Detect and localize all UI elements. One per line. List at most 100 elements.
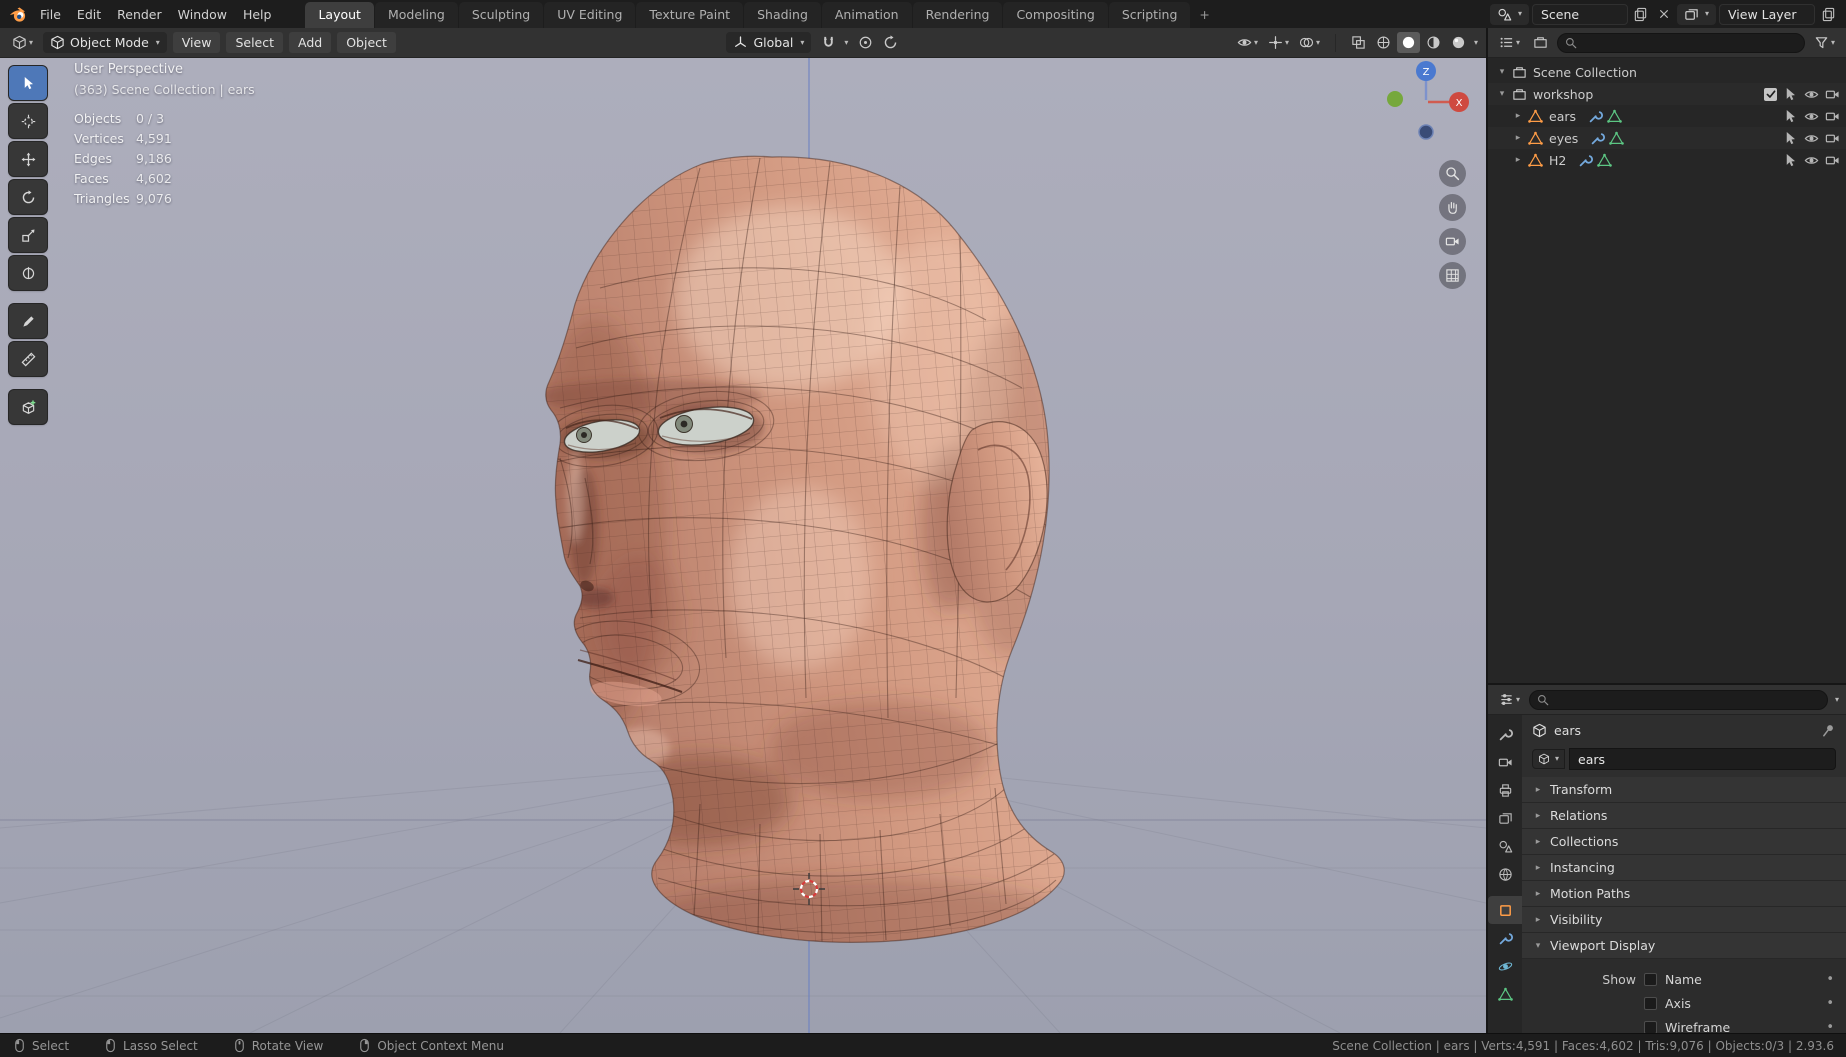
viewport-menu-add[interactable]: Add bbox=[289, 32, 332, 53]
pan-button[interactable] bbox=[1439, 194, 1466, 221]
render-camera-icon[interactable] bbox=[1825, 153, 1840, 168]
tab-shading[interactable]: Shading bbox=[744, 2, 821, 28]
menu-edit[interactable]: Edit bbox=[69, 4, 109, 25]
wireframe-checkbox[interactable] bbox=[1644, 1020, 1657, 1033]
tab-layout[interactable]: Layout bbox=[305, 2, 374, 28]
properties-editor-type-button[interactable]: ▾ bbox=[1495, 689, 1524, 710]
tab-physics[interactable] bbox=[1488, 952, 1522, 980]
decorator-dot-icon[interactable]: • bbox=[1826, 996, 1834, 1011]
pin-icon[interactable] bbox=[1821, 723, 1836, 738]
gizmo-minus-z-axis[interactable] bbox=[1418, 124, 1434, 140]
outliner-row-workshop[interactable]: ▾ workshop bbox=[1488, 83, 1846, 105]
show-visibility-dropdown[interactable]: ▾ bbox=[1233, 32, 1262, 53]
tool-add-cube[interactable] bbox=[9, 390, 47, 424]
tab-tool[interactable] bbox=[1488, 720, 1522, 748]
selectable-icon[interactable] bbox=[1783, 131, 1798, 146]
render-camera-icon[interactable] bbox=[1825, 87, 1840, 102]
decorator-dot-icon[interactable]: • bbox=[1826, 1020, 1834, 1034]
tab-modeling[interactable]: Modeling bbox=[374, 2, 458, 28]
hide-eye-icon[interactable] bbox=[1804, 87, 1819, 102]
navigation-gizmo[interactable]: Z X bbox=[1380, 56, 1472, 148]
tab-render[interactable] bbox=[1488, 748, 1522, 776]
outliner-search-input[interactable] bbox=[1557, 32, 1805, 53]
viewport-menu-view[interactable]: View bbox=[172, 32, 221, 53]
section-visibility[interactable]: ▸ Visibility bbox=[1522, 907, 1846, 933]
viewport-menu-select[interactable]: Select bbox=[226, 32, 284, 53]
new-view-layer-button[interactable] bbox=[1818, 4, 1838, 24]
expand-icon[interactable]: ▸ bbox=[1512, 111, 1524, 121]
view-layer-name-field[interactable]: View Layer bbox=[1719, 3, 1815, 25]
view-layer-selector-button[interactable]: ▾ bbox=[1676, 3, 1716, 25]
scene-selector-button[interactable]: ▾ bbox=[1489, 3, 1529, 25]
tab-scripting[interactable]: Scripting bbox=[1108, 2, 1191, 28]
proportional-falloff-button[interactable] bbox=[879, 32, 902, 53]
tool-select-box[interactable] bbox=[9, 66, 47, 100]
tool-transform[interactable] bbox=[9, 256, 47, 290]
tool-scale[interactable] bbox=[9, 218, 47, 252]
viewport-menu-object[interactable]: Object bbox=[337, 32, 396, 53]
menu-file[interactable]: File bbox=[32, 4, 69, 25]
tool-measure[interactable] bbox=[9, 342, 47, 376]
camera-view-button[interactable] bbox=[1439, 228, 1466, 255]
zoom-button[interactable] bbox=[1439, 160, 1466, 187]
scene-name-field[interactable]: Scene bbox=[1531, 3, 1628, 25]
tab-view-layer[interactable] bbox=[1488, 804, 1522, 832]
tab-rendering[interactable]: Rendering bbox=[912, 2, 1003, 28]
object-id-button[interactable]: ▾ bbox=[1532, 749, 1566, 769]
transform-orientation-dropdown[interactable]: Global ▾ bbox=[726, 32, 812, 53]
tab-output[interactable] bbox=[1488, 776, 1522, 804]
expand-icon[interactable]: ▸ bbox=[1512, 133, 1524, 143]
mode-dropdown[interactable]: Object Mode ▾ bbox=[43, 32, 167, 53]
expand-icon[interactable]: ▸ bbox=[1512, 155, 1524, 165]
section-collections[interactable]: ▸ Collections bbox=[1522, 829, 1846, 855]
expand-icon[interactable]: ▾ bbox=[1496, 67, 1508, 77]
outliner-row-scene-collection[interactable]: ▾ Scene Collection bbox=[1488, 61, 1846, 83]
outliner-row-ears[interactable]: ▸ ears bbox=[1488, 105, 1846, 127]
section-transform[interactable]: ▸ Transform bbox=[1522, 777, 1846, 803]
object-name-input[interactable] bbox=[1569, 748, 1836, 770]
decorator-dot-icon[interactable]: • bbox=[1826, 972, 1834, 987]
menu-help[interactable]: Help bbox=[235, 4, 280, 25]
section-instancing[interactable]: ▸ Instancing bbox=[1522, 855, 1846, 881]
tab-sculpting[interactable]: Sculpting bbox=[458, 2, 544, 28]
tab-scene[interactable] bbox=[1488, 832, 1522, 860]
render-camera-icon[interactable] bbox=[1825, 131, 1840, 146]
caret-down-icon[interactable]: ▾ bbox=[1835, 695, 1839, 704]
show-overlays-dropdown[interactable]: ▾ bbox=[1295, 32, 1324, 53]
name-checkbox[interactable] bbox=[1644, 972, 1657, 986]
outliner-row-eyes[interactable]: ▸ eyes bbox=[1488, 127, 1846, 149]
collection-checkbox[interactable] bbox=[1764, 87, 1777, 101]
properties-search-input[interactable] bbox=[1529, 689, 1828, 710]
section-viewport-display[interactable]: ▾ Viewport Display bbox=[1522, 933, 1846, 959]
tab-modifiers[interactable] bbox=[1488, 924, 1522, 952]
expand-icon[interactable]: ▾ bbox=[1496, 89, 1508, 99]
hide-eye-icon[interactable] bbox=[1804, 153, 1819, 168]
selectable-icon[interactable] bbox=[1783, 153, 1798, 168]
hide-eye-icon[interactable] bbox=[1804, 131, 1819, 146]
hide-eye-icon[interactable] bbox=[1804, 109, 1819, 124]
shading-wireframe-button[interactable] bbox=[1372, 32, 1395, 53]
selectable-icon[interactable] bbox=[1783, 87, 1798, 102]
tab-object[interactable] bbox=[1488, 896, 1522, 924]
selectable-icon[interactable] bbox=[1783, 109, 1798, 124]
tool-cursor[interactable] bbox=[9, 104, 47, 138]
menu-render[interactable]: Render bbox=[109, 4, 170, 25]
blender-logo-icon[interactable] bbox=[8, 4, 28, 24]
3d-viewport[interactable]: ▾ Object Mode ▾ View Select Add Object G… bbox=[0, 28, 1486, 1033]
new-scene-button[interactable] bbox=[1631, 4, 1651, 24]
shading-rendered-button[interactable] bbox=[1447, 32, 1470, 53]
perspective-toggle-button[interactable] bbox=[1439, 262, 1466, 289]
outliner-filter-button[interactable]: ▾ bbox=[1810, 32, 1839, 53]
tab-uv-editing[interactable]: UV Editing bbox=[544, 2, 636, 28]
section-motion-paths[interactable]: ▸ Motion Paths bbox=[1522, 881, 1846, 907]
outliner-row-h2[interactable]: ▸ H2 bbox=[1488, 149, 1846, 171]
shading-material-button[interactable] bbox=[1422, 32, 1445, 53]
show-gizmo-dropdown[interactable]: ▾ bbox=[1264, 32, 1293, 53]
tab-compositing[interactable]: Compositing bbox=[1003, 2, 1108, 28]
xray-toggle-button[interactable] bbox=[1347, 32, 1370, 53]
add-workspace-button[interactable]: + bbox=[1191, 2, 1217, 28]
tab-world[interactable] bbox=[1488, 860, 1522, 888]
tab-texture-paint[interactable]: Texture Paint bbox=[636, 2, 744, 28]
outliner-display-mode-button[interactable] bbox=[1529, 32, 1552, 53]
tool-move[interactable] bbox=[9, 142, 47, 176]
